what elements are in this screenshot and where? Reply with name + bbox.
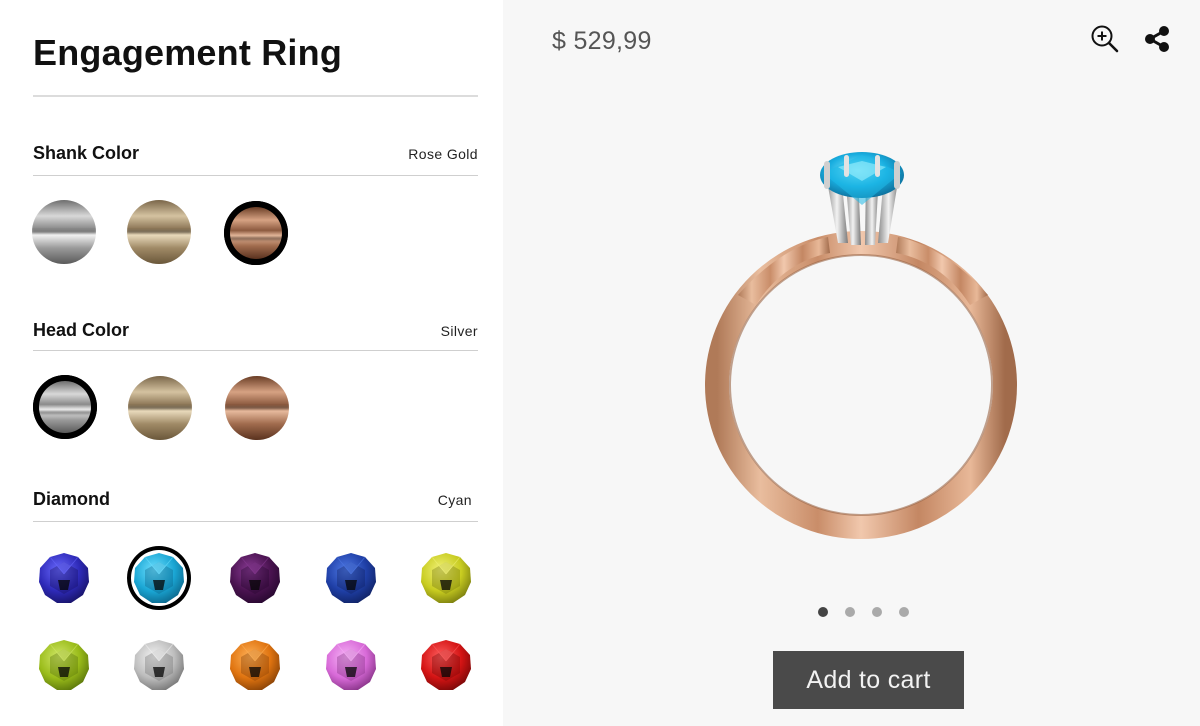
product-title: Engagement Ring xyxy=(33,32,343,73)
head-color-label: Head Color xyxy=(33,320,130,340)
diamond-value: Cyan xyxy=(437,492,472,508)
ring-product-image xyxy=(698,145,1028,540)
diamond-swatch-purple[interactable] xyxy=(223,546,287,610)
gallery-dot-3[interactable] xyxy=(872,607,882,617)
diamond-swatch-peridot[interactable] xyxy=(32,633,96,697)
gallery-pagination xyxy=(818,607,909,619)
gem-icon xyxy=(326,553,376,603)
head-color-value: Silver xyxy=(440,323,478,339)
shank-swatch-rose-gold[interactable] xyxy=(224,201,288,265)
diamond-header: Diamond Cyan xyxy=(33,489,478,519)
product-price: $ 529,99 xyxy=(552,27,652,55)
configurator-panel: Engagement Ring Shank Color Rose Gold He… xyxy=(0,0,503,726)
gem-icon xyxy=(39,640,89,690)
silver-fill xyxy=(39,381,91,433)
gem-icon xyxy=(230,553,280,603)
shank-swatch-silver[interactable] xyxy=(32,200,96,264)
shank-color-value: Rose Gold xyxy=(408,146,478,162)
gem-icon xyxy=(134,553,184,603)
diamond-swatch-pink[interactable] xyxy=(319,633,383,697)
head-color-header: Head Color Silver xyxy=(33,320,478,350)
diamond-divider xyxy=(33,521,478,522)
diamond-swatch-cyan[interactable] xyxy=(127,546,191,610)
gallery-dot-1[interactable] xyxy=(818,607,828,617)
title-divider xyxy=(33,95,478,97)
share-icon[interactable] xyxy=(1140,22,1174,56)
diamond-swatch-blue[interactable] xyxy=(319,546,383,610)
zoom-in-icon[interactable] xyxy=(1088,22,1122,56)
head-swatch-silver[interactable] xyxy=(33,375,97,439)
gallery-dot-2[interactable] xyxy=(845,607,855,617)
diamond-label: Diamond xyxy=(33,489,111,509)
diamond-swatch-orange[interactable] xyxy=(223,633,287,697)
diamond-swatch-violet[interactable] xyxy=(32,546,96,610)
shank-color-header: Shank Color Rose Gold xyxy=(33,143,478,173)
gem-icon xyxy=(326,640,376,690)
head-swatch-rose-gold[interactable] xyxy=(225,376,289,440)
add-to-cart-button[interactable]: Add to cart xyxy=(773,651,964,709)
product-view: $ 529,99 Add to cart xyxy=(503,0,1200,726)
rose-gold-fill xyxy=(230,207,282,259)
diamond-swatch-white[interactable] xyxy=(127,633,191,697)
gem-icon xyxy=(421,640,471,690)
gem-icon xyxy=(39,553,89,603)
gem-icon xyxy=(421,553,471,603)
head-swatch-yellow-gold[interactable] xyxy=(128,376,192,440)
shank-color-label: Shank Color xyxy=(33,143,140,163)
diamond-swatch-red[interactable] xyxy=(414,633,478,697)
gem-icon xyxy=(134,640,184,690)
gem-icon xyxy=(230,640,280,690)
head-divider xyxy=(33,350,478,351)
diamond-swatch-yellow[interactable] xyxy=(414,546,478,610)
shank-divider xyxy=(33,175,478,176)
shank-swatch-yellow-gold[interactable] xyxy=(127,200,191,264)
gallery-dot-4[interactable] xyxy=(899,607,909,617)
